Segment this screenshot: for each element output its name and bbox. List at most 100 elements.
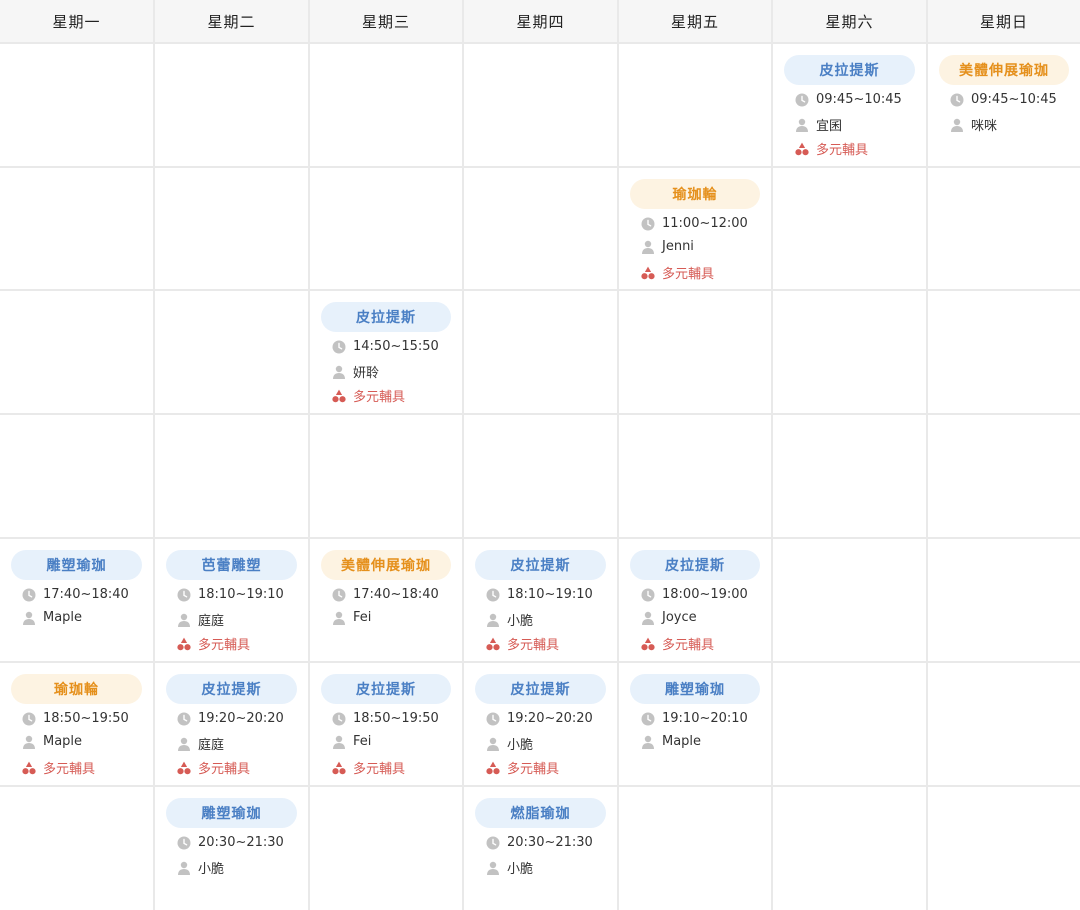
class-time: 17:40~18:40	[332, 587, 458, 602]
class-teacher: Fei	[332, 610, 458, 625]
class-name-pill[interactable]: 瑜珈輪	[11, 674, 142, 704]
person-icon	[641, 611, 655, 625]
person-icon	[486, 613, 500, 627]
class-name-pill[interactable]: 皮拉提斯	[321, 302, 451, 332]
class-name-pill[interactable]: 雕塑瑜珈	[630, 674, 760, 704]
class-card[interactable]: 雕塑瑜珈 20:30~21:30 小脆	[155, 787, 308, 910]
class-equipment-text: 多元輔具	[353, 390, 406, 405]
person-icon	[950, 118, 964, 132]
class-time-text: 17:40~18:40	[43, 587, 129, 602]
class-name-pill[interactable]: 燃脂瑜珈	[475, 798, 606, 828]
class-time-text: 19:20~20:20	[507, 711, 593, 726]
class-name-pill[interactable]: 皮拉提斯	[166, 674, 297, 704]
person-icon	[641, 735, 655, 749]
class-time-text: 19:10~20:10	[662, 711, 748, 726]
schedule-cell	[928, 415, 1080, 537]
class-name-pill[interactable]: 皮拉提斯	[475, 674, 606, 704]
schedule-cell	[0, 168, 153, 289]
class-teacher: 妍聆	[332, 362, 458, 381]
clock-icon	[795, 93, 809, 107]
class-name-pill[interactable]: 雕塑瑜珈	[166, 798, 297, 828]
class-time: 18:10~19:10	[177, 587, 304, 602]
class-teacher: 宜囷	[795, 115, 922, 134]
person-icon	[177, 861, 191, 875]
class-time: 09:45~10:45	[950, 92, 1076, 107]
clock-icon	[332, 588, 346, 602]
class-card[interactable]: 芭蕾雕塑 18:10~19:10 庭庭 多元輔具	[155, 539, 308, 661]
schedule-cell	[310, 44, 462, 166]
class-name-pill[interactable]: 美體伸展瑜珈	[939, 55, 1069, 85]
schedule-cell	[155, 168, 308, 289]
class-card[interactable]: 皮拉提斯 18:00~19:00 Joyce 多元輔具	[619, 539, 771, 661]
class-time: 20:30~21:30	[486, 835, 613, 850]
class-equipment-text: 多元輔具	[507, 762, 560, 777]
class-card[interactable]: 皮拉提斯 18:10~19:10 小脆多元輔具	[464, 539, 617, 661]
class-card[interactable]: 瑜珈輪 18:50~19:50 Maple 多元輔具	[0, 663, 153, 785]
class-time-text: 09:45~10:45	[971, 92, 1057, 107]
class-time-text: 20:30~21:30	[507, 835, 593, 850]
day-header-7: 星期日	[928, 0, 1080, 42]
class-name-pill[interactable]: 皮拉提斯	[784, 55, 915, 85]
class-name-pill[interactable]: 瑜珈輪	[630, 179, 760, 209]
class-time: 19:10~20:10	[641, 711, 767, 726]
day-header-3: 星期三	[310, 0, 462, 42]
class-teacher: Jenni	[641, 239, 767, 254]
shapes-icon	[22, 761, 36, 775]
class-card[interactable]: 燃脂瑜珈 20:30~21:30 小脆	[464, 787, 617, 910]
class-name-pill[interactable]: 雕塑瑜珈	[11, 550, 142, 580]
class-card[interactable]: 皮拉提斯 14:50~15:50 妍聆 多元輔具	[310, 291, 462, 413]
class-time-text: 18:10~19:10	[507, 587, 593, 602]
schedule-cell	[155, 291, 308, 413]
class-name-pill[interactable]: 皮拉提斯	[475, 550, 606, 580]
class-time: 18:00~19:00	[641, 587, 767, 602]
class-equipment-text: 多元輔具	[662, 638, 715, 653]
class-card[interactable]: 皮拉提斯 09:45~10:45 宜囷 多元輔具	[773, 44, 926, 166]
schedule-cell	[310, 787, 462, 910]
day-header-6: 星期六	[773, 0, 926, 42]
class-teacher: 小脆	[486, 610, 613, 629]
class-time: 18:50~19:50	[22, 711, 149, 726]
class-name-pill[interactable]: 芭蕾雕塑	[166, 550, 297, 580]
class-card[interactable]: 美體伸展瑜珈 09:45~10:45 咪咪	[928, 44, 1080, 166]
class-card[interactable]: 皮拉提斯 19:20~20:20 小脆 多元輔具	[464, 663, 617, 785]
clock-icon	[486, 588, 500, 602]
class-card[interactable]: 皮拉提斯 18:50~19:50 Fei 多元輔具	[310, 663, 462, 785]
schedule-cell	[619, 787, 771, 910]
clock-icon	[486, 712, 500, 726]
class-equipment: 多元輔具	[332, 386, 458, 405]
schedule-cell	[155, 44, 308, 166]
class-teacher: 小脆	[177, 858, 304, 877]
schedule-cell	[773, 787, 926, 910]
shapes-icon	[177, 637, 191, 651]
schedule-cell	[0, 44, 153, 166]
class-time: 20:30~21:30	[177, 835, 304, 850]
class-card[interactable]: 雕塑瑜珈 19:10~20:10 Maple	[619, 663, 771, 785]
schedule-cell	[0, 415, 153, 537]
class-card[interactable]: 美體伸展瑜珈 17:40~18:40 Fei	[310, 539, 462, 661]
class-equipment-text: 多元輔具	[353, 762, 406, 777]
class-equipment: 多元輔具	[486, 758, 613, 777]
class-name-pill[interactable]: 皮拉提斯	[321, 674, 451, 704]
shapes-icon	[641, 637, 655, 651]
class-equipment-text: 多元輔具	[198, 762, 251, 777]
person-icon	[641, 240, 655, 254]
person-icon	[177, 737, 191, 751]
schedule-cell	[773, 415, 926, 537]
schedule-cell	[928, 663, 1080, 785]
class-equipment: 多元輔具	[177, 758, 304, 777]
class-name-pill[interactable]: 美體伸展瑜珈	[321, 550, 451, 580]
shapes-icon	[332, 761, 346, 775]
class-card[interactable]: 雕塑瑜珈 17:40~18:40 Maple	[0, 539, 153, 661]
class-name-pill[interactable]: 皮拉提斯	[630, 550, 760, 580]
class-time: 18:10~19:10	[486, 587, 613, 602]
class-time-text: 09:45~10:45	[816, 92, 902, 107]
class-card[interactable]: 瑜珈輪 11:00~12:00 Jenni 多元輔具	[619, 168, 771, 289]
class-time-text: 20:30~21:30	[198, 835, 284, 850]
class-teacher-text: 小脆	[198, 862, 225, 877]
class-card[interactable]: 皮拉提斯 19:20~20:20 庭庭 多元輔具	[155, 663, 308, 785]
shapes-icon	[486, 761, 500, 775]
clock-icon	[177, 836, 191, 850]
person-icon	[22, 611, 36, 625]
class-equipment-text: 多元輔具	[507, 638, 560, 653]
class-time-text: 17:40~18:40	[353, 587, 439, 602]
